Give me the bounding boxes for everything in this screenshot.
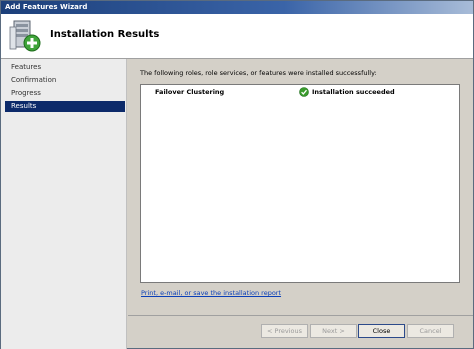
sidebar-item-confirmation[interactable]: Confirmation: [5, 75, 125, 86]
list-item: Failover Clustering Installation succeed…: [155, 87, 455, 98]
wizard-window: Add Features Wizard Installation Results…: [0, 0, 474, 349]
status-text: Installation succeeded: [312, 88, 395, 96]
next-button[interactable]: Next >: [310, 324, 357, 338]
sidebar-item-progress[interactable]: Progress: [5, 88, 125, 99]
window-title: Add Features Wizard: [5, 3, 88, 11]
cancel-button[interactable]: Cancel: [407, 324, 454, 338]
results-list[interactable]: Failover Clustering Installation succeed…: [140, 84, 460, 283]
intro-text: The following roles, role services, or f…: [140, 69, 377, 77]
sidebar-item-results[interactable]: Results: [5, 101, 125, 112]
installation-report-link[interactable]: Print, e-mail, or save the installation …: [141, 289, 281, 297]
check-circle-icon: [299, 87, 309, 97]
wizard-header: Installation Results: [1, 14, 473, 59]
footer-divider: [128, 315, 473, 316]
server-add-icon: [9, 20, 41, 52]
feature-name: Failover Clustering: [155, 88, 225, 96]
sidebar-item-features[interactable]: Features: [5, 62, 125, 73]
wizard-steps-sidebar: Features Confirmation Progress Results: [1, 59, 127, 349]
previous-button[interactable]: < Previous: [261, 324, 308, 338]
title-bar: Add Features Wizard: [1, 1, 473, 14]
main-content: The following roles, role services, or f…: [128, 59, 473, 319]
close-button[interactable]: Close: [358, 324, 405, 338]
page-title: Installation Results: [50, 29, 160, 40]
